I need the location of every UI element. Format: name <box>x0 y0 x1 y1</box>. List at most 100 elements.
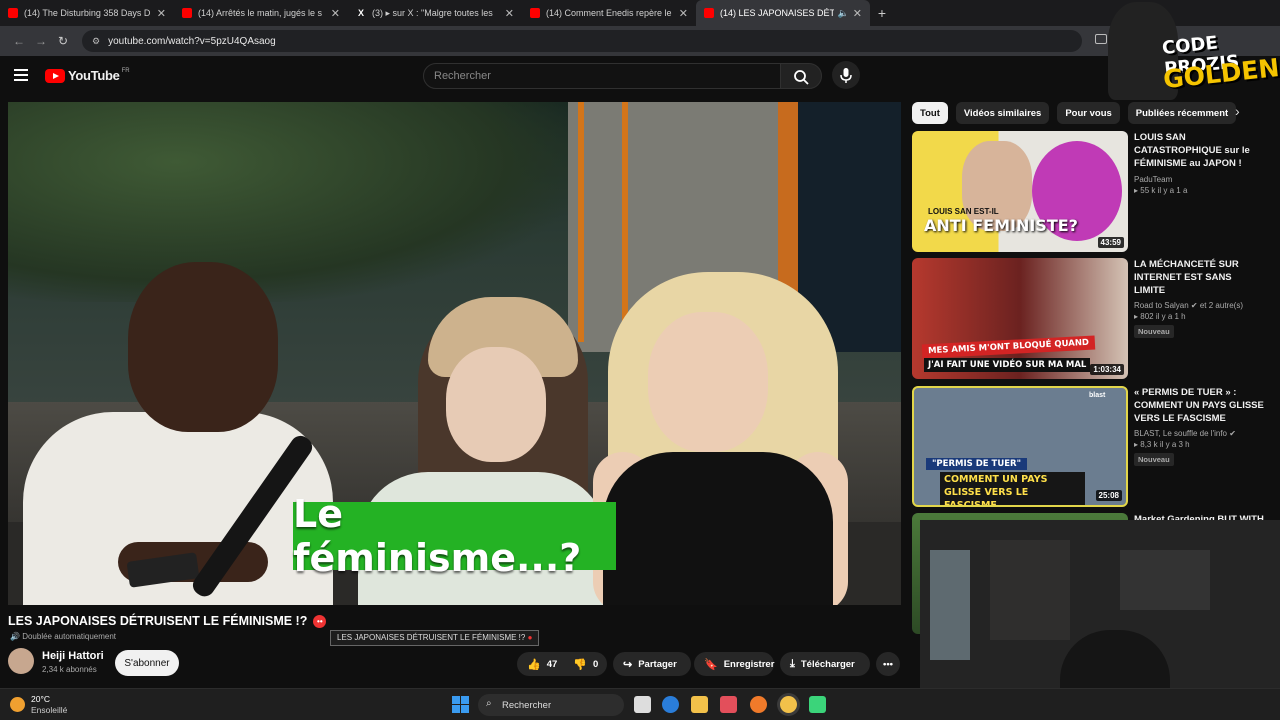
woman-right-body <box>603 452 833 605</box>
tab-title: (14) Comment Enedis repère le <box>546 8 672 18</box>
video-scaffold <box>578 102 628 342</box>
close-tab-icon[interactable]: ✕ <box>505 7 514 20</box>
video-thumbnail[interactable]: blast "PERMIS DE TUER" COMMENT UN PAYS G… <box>912 386 1128 507</box>
video-info: « PERMIS DE TUER » : COMMENT UN PAYS GLI… <box>1134 386 1264 467</box>
browser-tab[interactable]: X (3) ▸ sur X : "Malgre toutes les ✕ <box>348 0 522 26</box>
dislike-icon[interactable]: 👎 <box>573 658 587 671</box>
browser-tab[interactable]: (14) The Disturbing 358 Days D ✕ <box>0 0 174 26</box>
thumbnail-text: J'AI FAIT UNE VIDÉO SUR MA MAL <box>924 358 1091 372</box>
back-icon[interactable]: ← <box>8 34 30 48</box>
channel-name[interactable]: Heiji Hattori <box>42 650 104 662</box>
browser-tab[interactable]: (14) Comment Enedis repère le ✕ <box>522 0 696 26</box>
store-icon[interactable] <box>720 696 737 713</box>
app-icon[interactable] <box>809 696 826 713</box>
youtube-logo[interactable]: YouTube FR <box>45 68 130 83</box>
cast-icon[interactable] <box>1095 34 1107 44</box>
taskbar-search[interactable]: ⌕ Rechercher <box>478 694 624 716</box>
logo-text: YouTube <box>68 68 120 83</box>
share-label: Partager <box>638 658 677 670</box>
forward-icon[interactable]: → <box>30 34 52 48</box>
share-button[interactable]: ↪ Partager <box>613 652 691 676</box>
search-icon <box>794 70 809 85</box>
sun-icon[interactable] <box>10 697 25 712</box>
webcam-window <box>930 550 970 660</box>
recommended-video[interactable]: blast "PERMIS DE TUER" COMMENT UN PAYS G… <box>912 386 1272 508</box>
taskbar-search-label: Rechercher <box>502 699 552 711</box>
search-input[interactable]: Rechercher <box>423 63 781 89</box>
recommended-video[interactable]: MES AMIS M'ONT BLOQUÉ QUAND J'AI FAIT UN… <box>912 258 1272 380</box>
download-button[interactable]: ⤓ Télécharger <box>780 652 870 676</box>
emoji-icon: ● <box>527 633 533 642</box>
stream-brand-logo: CODE PROZIS GOLDENG <box>1108 2 1280 100</box>
close-tab-icon[interactable]: ✕ <box>679 7 688 20</box>
file-explorer-icon[interactable] <box>691 696 708 713</box>
dubbed-label: 🔊 Doublée automatiquement <box>10 632 117 641</box>
close-tab-icon[interactable]: ✕ <box>157 7 166 20</box>
browser-tab[interactable]: (14) Arrêtés le matin, jugés le s ✕ <box>174 0 348 26</box>
download-label: Télécharger <box>800 658 855 670</box>
channel-name[interactable]: Road to Salyan ✔ et 2 autre(s) <box>1134 301 1264 310</box>
search-icon: ⌕ <box>486 698 492 709</box>
channel-avatar[interactable] <box>8 648 34 674</box>
dislike-count[interactable]: 0 <box>593 659 598 670</box>
like-icon[interactable]: 👍 <box>527 658 541 671</box>
youtube-icon <box>530 8 540 18</box>
channel-name[interactable]: PaduTeam <box>1134 175 1264 184</box>
chip-all[interactable]: Tout <box>912 102 948 124</box>
browser-tab-active[interactable]: (14) LES JAPONAISES DÉTRUI 🔈 ✕ <box>696 0 870 26</box>
save-button[interactable]: 🔖 Enregistrer <box>694 652 774 676</box>
subscribe-button[interactable]: S'abonner <box>115 650 179 676</box>
video-thumbnail[interactable]: MES AMIS M'ONT BLOQUÉ QUAND J'AI FAIT UN… <box>912 258 1128 379</box>
youtube-icon <box>8 8 18 18</box>
tab-title: (14) Arrêtés le matin, jugés le s <box>198 8 323 18</box>
video-player[interactable]: Le féminisme...? <box>8 102 901 605</box>
duration-badge: 1:03:34 <box>1090 364 1124 375</box>
close-tab-icon[interactable]: ✕ <box>853 7 862 20</box>
duration-badge: 25:08 <box>1095 490 1122 501</box>
chip-for-you[interactable]: Pour vous <box>1057 102 1120 124</box>
video-thumbnail[interactable]: LOUIS SAN EST-IL ANTI FEMINISTE? 43:59 <box>912 131 1128 252</box>
speaker-icon[interactable]: 🔈 <box>838 8 849 19</box>
search-button[interactable] <box>780 63 822 89</box>
like-count[interactable]: 47 <box>547 659 558 670</box>
video-title: LES JAPONAISES DÉTRUISENT LE FÉMINISME !… <box>8 614 327 628</box>
url-field[interactable]: ⚙ youtube.com/watch?v=5pzU4QAsaog <box>82 30 1082 52</box>
video-meta: ▸ 8,3 k il y a 3 h <box>1134 440 1190 449</box>
video-title[interactable]: LA MÉCHANCETÉ SUR INTERNET EST SANS LIMI… <box>1134 258 1264 297</box>
close-tab-icon[interactable]: ✕ <box>331 7 340 20</box>
youtube-play-icon <box>45 68 65 83</box>
video-title[interactable]: « PERMIS DE TUER » : COMMENT UN PAYS GLI… <box>1134 386 1264 425</box>
woman-left-face <box>446 347 546 462</box>
reload-icon[interactable]: ↻ <box>52 34 74 48</box>
site-settings-icon[interactable]: ⚙ <box>92 36 100 47</box>
edge-icon[interactable] <box>662 696 679 713</box>
menu-icon[interactable] <box>14 69 28 81</box>
chip-recent[interactable]: Publiées récemment <box>1127 102 1237 124</box>
chrome-icon[interactable] <box>780 696 797 713</box>
tab-title: (14) LES JAPONAISES DÉTRUI <box>720 8 834 18</box>
url-text: youtube.com/watch?v=5pzU4QAsaog <box>108 35 276 47</box>
tab-title: (14) The Disturbing 358 Days D <box>24 8 151 18</box>
video-title[interactable]: LOUIS SAN CATASTROPHIQUE sur le FÉMINISM… <box>1134 131 1264 171</box>
weather-condition[interactable]: Ensoleillé <box>31 705 67 715</box>
firefox-icon[interactable] <box>750 696 767 713</box>
task-view-icon[interactable] <box>634 696 651 713</box>
browser-tab-strip: (14) The Disturbing 358 Days D ✕ (14) Ar… <box>0 0 1280 26</box>
channel-name[interactable]: BLAST, Le souffle de l'info ✔ <box>1134 429 1264 438</box>
windows-taskbar: 20°C Ensoleillé ⌕ Rechercher <box>0 688 1280 720</box>
weather-temperature[interactable]: 20°C <box>31 694 50 704</box>
more-actions-button[interactable]: ••• <box>876 652 900 676</box>
tooltip-text: LES JAPONAISES DÉTRUISENT LE FÉMINISME !… <box>337 633 526 642</box>
share-icon: ↪ <box>623 658 633 671</box>
youtube-icon <box>704 8 714 18</box>
chevron-right-icon[interactable]: › <box>1235 103 1240 119</box>
title-tooltip: LES JAPONAISES DÉTRUISENT LE FÉMINISME !… <box>330 630 540 646</box>
voice-search-button[interactable] <box>832 61 860 89</box>
filter-chips: Tout Vidéos similaires Pour vous Publiée… <box>912 102 1244 124</box>
chip-similar[interactable]: Vidéos similaires <box>955 102 1050 124</box>
more-icon: ••• <box>883 658 893 670</box>
recommended-video[interactable]: LOUIS SAN EST-IL ANTI FEMINISTE? 43:59 L… <box>912 131 1272 253</box>
new-tab-button[interactable]: + <box>870 5 894 21</box>
windows-start-icon[interactable] <box>452 696 469 713</box>
country-code: FR <box>121 67 130 74</box>
